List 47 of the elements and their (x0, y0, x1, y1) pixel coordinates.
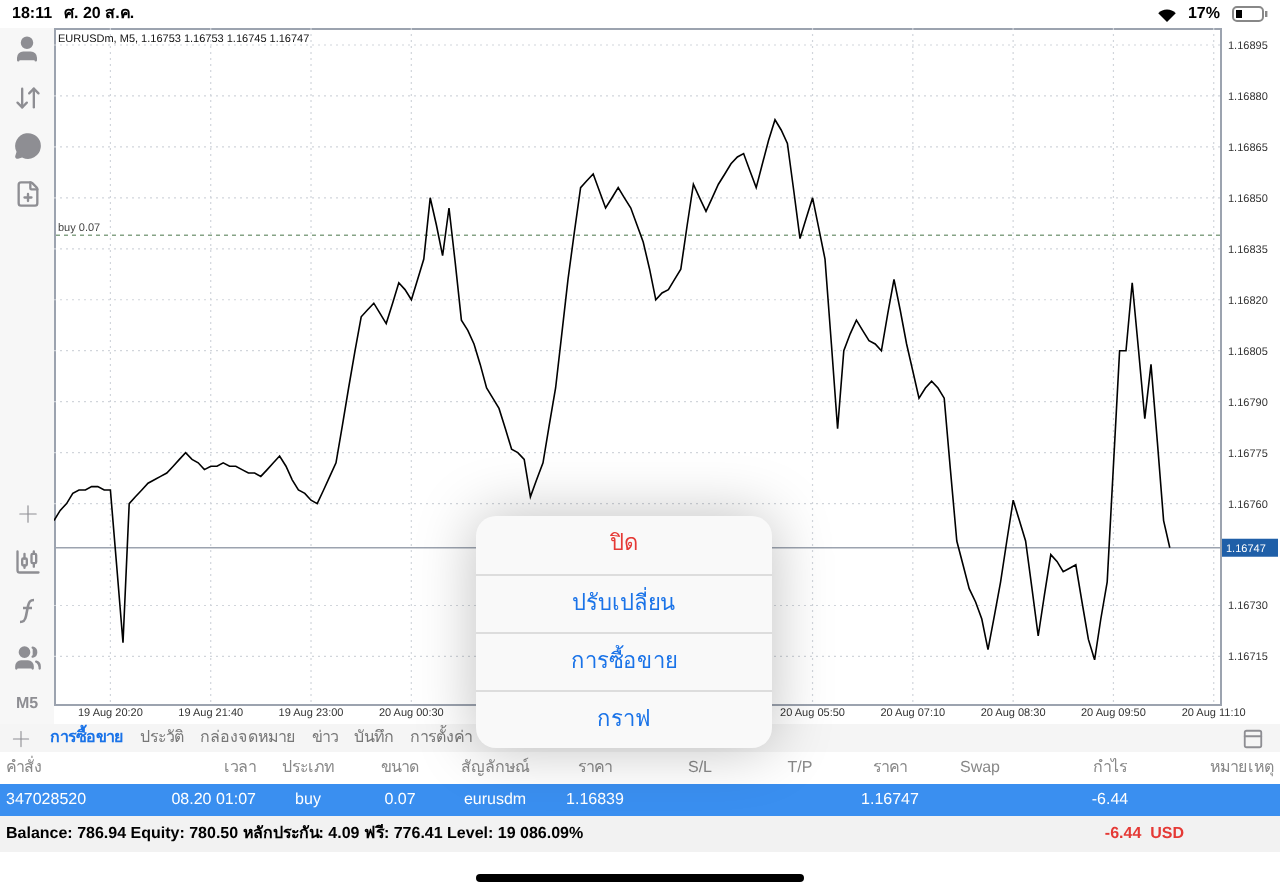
battery-icon (1232, 6, 1268, 22)
column-header: Swap (957, 756, 1002, 780)
table-cell-text: 1.16839 (564, 788, 626, 812)
tab[interactable]: บันทึก (354, 730, 394, 746)
status-time: 18:11 (12, 2, 53, 26)
chat-icon[interactable] (13, 132, 41, 160)
total-profit: -6.44 USD (1104, 822, 1184, 846)
column-header: สัญลักษณ์ (459, 756, 532, 780)
status-date: ศ. 20 ส.ค. (64, 2, 135, 26)
column-header: ประเภท (280, 756, 336, 780)
tab[interactable]: ข่าว (312, 730, 338, 746)
wifi-icon (1157, 7, 1176, 21)
layout-icon[interactable] (1242, 727, 1264, 749)
table-cell-text: -6.44 (1089, 788, 1131, 812)
column-header: T/P (785, 756, 815, 780)
table-cell-text: 347028520 (4, 788, 89, 812)
people-icon[interactable] (13, 644, 41, 672)
order-row[interactable]: 347028520 08.20 01:07 buy 0.07 eurusdm 1.16839 1.16747 -6.44 (0, 784, 1280, 816)
account-icon[interactable] (12, 34, 42, 64)
candlestick-icon[interactable] (13, 548, 41, 576)
table-cell-text: eurusdm (461, 788, 529, 812)
action-item[interactable]: ปรับเปลี่ยน (476, 574, 772, 632)
battery-percent: 17% (1187, 2, 1220, 26)
action-item[interactable]: การซื้อขาย (476, 632, 772, 690)
action-item[interactable]: กราฟ (476, 690, 772, 748)
table-cell-text: 0.07 (382, 788, 418, 812)
table-cell-text: buy (293, 788, 323, 812)
table-cell-text: 08.20 01:07 (169, 788, 256, 812)
tab[interactable]: การตั้งค่า (410, 730, 472, 746)
account-summary: Balance: 786.94 Equity: 780.50 หลักประกัน: 4.09 ฟรี: 776.41 Level: 19 086.09% (6, 822, 584, 846)
timeframe-label[interactable]: M5 (15, 692, 39, 716)
crosshair-icon[interactable] (13, 500, 41, 528)
action-item[interactable]: ปิด (476, 516, 772, 574)
column-header: กำไร (1091, 756, 1129, 780)
column-header: หมายเหตุ (1208, 756, 1276, 780)
column-header: ราคา (871, 756, 909, 780)
column-header: ราคา (576, 756, 614, 780)
trade-icon[interactable] (13, 84, 41, 112)
add-icon[interactable] (8, 725, 34, 751)
column-header: S/L (685, 756, 714, 780)
column-header: เวลา (222, 756, 256, 780)
tab[interactable]: ประวัติ (140, 730, 184, 746)
table-cell-text: 1.16747 (859, 788, 921, 812)
column-header: ขนาด (379, 756, 421, 780)
column-header: คำสั่ง (4, 756, 44, 780)
tab[interactable]: กล่องจดหมาย (200, 730, 296, 746)
new-document-icon[interactable] (13, 180, 41, 208)
